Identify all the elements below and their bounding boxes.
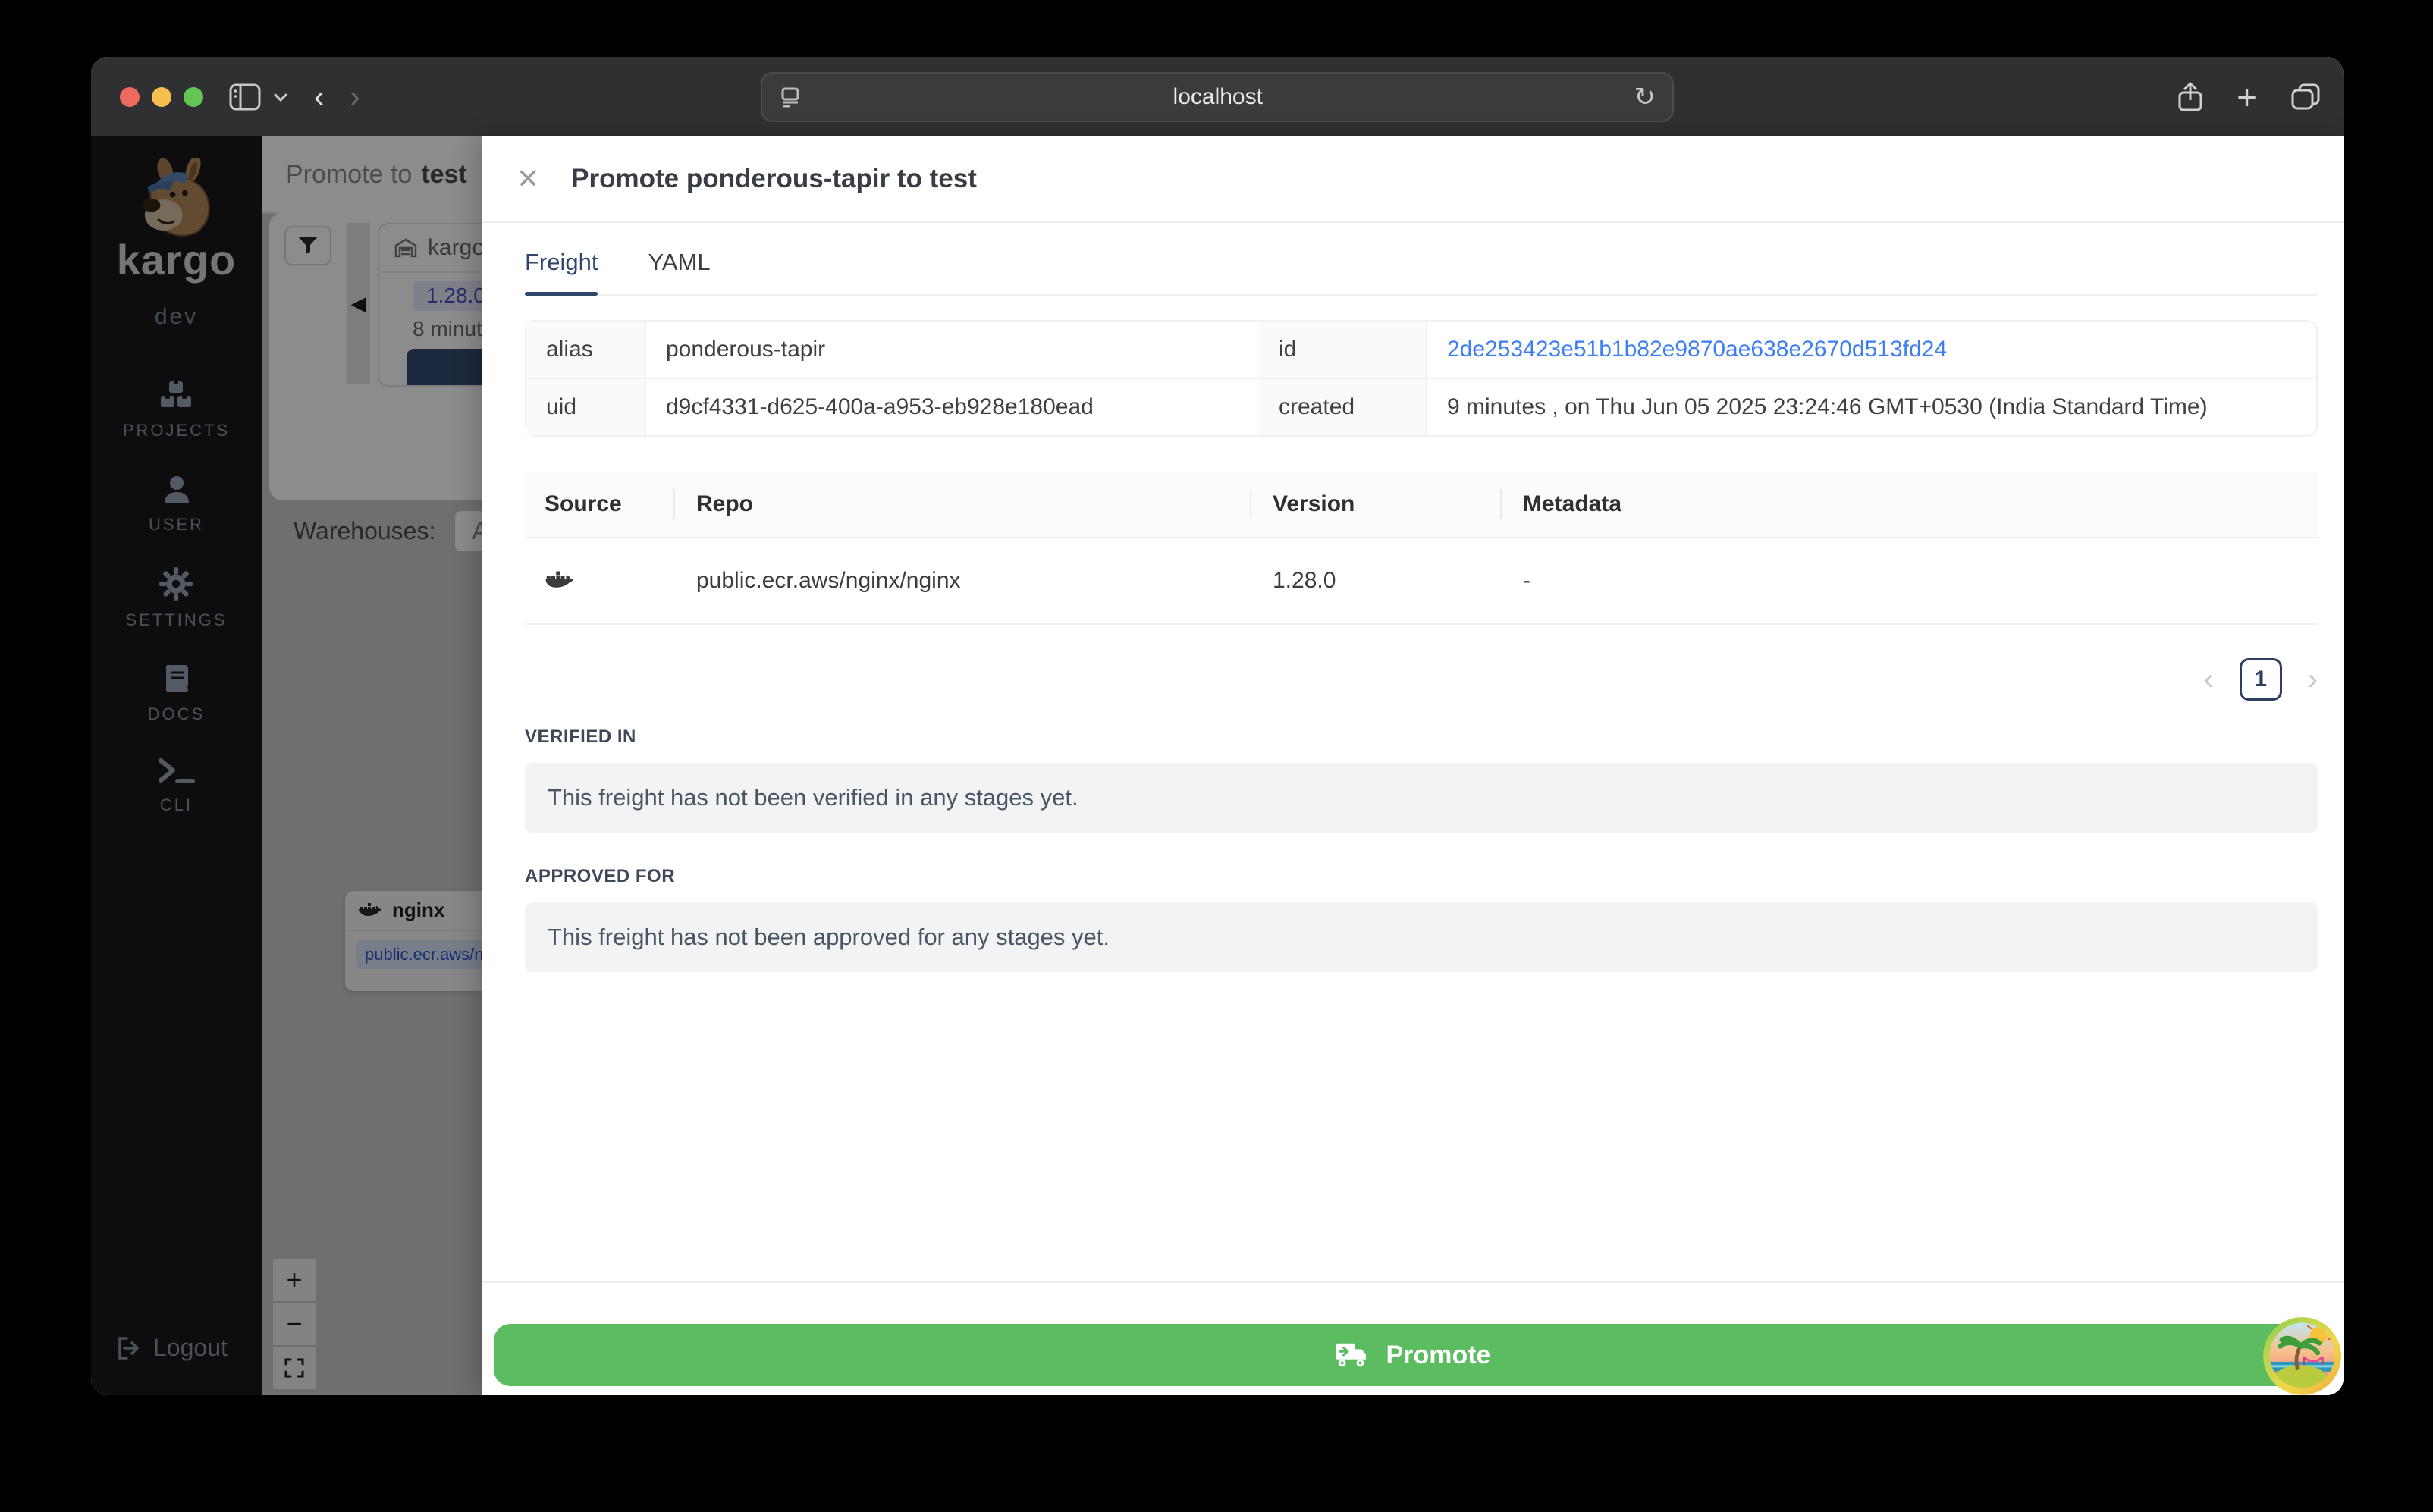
drawer-footer: Promote [482,1281,2344,1395]
col-repo: Repo [696,491,753,516]
docker-icon [545,571,573,588]
minimize-window-button[interactable] [152,86,171,107]
verified-in-label: VERIFIED IN [525,726,636,747]
col-metadata: Metadata [1523,491,1622,516]
browser-titlebar: ‹ › localhost ↻ + [91,57,2344,136]
tab-freight[interactable]: Freight [525,249,598,296]
sidebar-toggle-icon[interactable] [229,83,261,111]
prev-page-button[interactable]: ‹ [2203,664,2213,695]
truck-icon [1335,1343,1366,1367]
uid-value: d9cf4331-d625-400a-a953-eb928e180ead [666,394,1094,419]
close-icon[interactable]: ✕ [516,163,539,195]
cell-version: 1.28.0 [1273,568,1336,593]
artifacts-header-row: Source Repo Version Metadata [525,472,2318,538]
verified-in-empty-message: This freight has not been verified in an… [525,763,2318,833]
tab-bar: Freight YAML [525,249,2318,296]
browser-window: ‹ › localhost ↻ + kargo dev PROJECTS USE… [91,57,2344,1395]
created-label: created [1259,379,1427,435]
freight-details-table: alias ponderous-tapir id 2de253423e51b1b… [525,320,2318,437]
page-icon [779,86,802,108]
share-icon[interactable] [2177,82,2203,112]
island-badge-icon[interactable] [2262,1316,2343,1395]
tab-overview-icon[interactable] [2290,83,2321,111]
freight-id-link[interactable]: 2de253423e51b1b82e9870ae638e2670d513fd24 [1447,337,1947,362]
maximize-window-button[interactable] [184,86,203,107]
page-number-button[interactable]: 1 [2239,658,2282,701]
traffic-lights [120,86,203,107]
approved-for-label: APPROVED FOR [525,866,676,886]
promote-drawer: ✕ Promote ponderous-tapir to test Freigh… [482,136,2344,1395]
back-button[interactable]: ‹ [314,82,324,112]
col-version: Version [1273,491,1355,516]
pagination: ‹ 1 › [525,658,2318,701]
new-tab-button[interactable]: + [2237,77,2257,118]
table-row: uid d9cf4331-d625-400a-a953-eb928e180ead… [526,379,2316,435]
promote-button[interactable]: Promote [494,1324,2331,1386]
url-text: localhost [1173,83,1263,109]
uid-label: uid [526,379,646,435]
table-row: public.ecr.aws/nginx/nginx 1.28.0 - [525,538,2318,625]
col-source: Source [545,491,622,516]
cell-metadata: - [1523,568,1530,593]
alias-label: alias [526,322,646,379]
created-value: 9 minutes , on Thu Jun 05 2025 23:24:46 … [1447,394,2208,419]
id-label: id [1259,322,1427,379]
alias-value: ponderous-tapir [646,322,1259,379]
forward-button[interactable]: › [350,82,359,112]
chevron-down-icon[interactable] [273,92,288,102]
column-divider [1500,489,1502,519]
approved-for-empty-message: This freight has not been approved for a… [525,902,2318,972]
promote-button-label: Promote [1386,1340,1491,1369]
reload-icon[interactable]: ↻ [1634,82,1656,112]
column-divider [1250,489,1251,519]
address-bar[interactable]: localhost ↻ [761,71,1674,122]
drawer-header: ✕ Promote ponderous-tapir to test [482,136,2344,223]
cell-repo: public.ecr.aws/nginx/nginx [696,568,961,593]
tab-yaml[interactable]: YAML [648,249,710,294]
next-page-button[interactable]: › [2308,664,2318,695]
drawer-body: Freight YAML alias ponderous-tapir id 2d… [482,223,2344,972]
table-row: alias ponderous-tapir id 2de253423e51b1b… [526,322,2316,379]
column-divider [673,489,675,519]
drawer-title: Promote ponderous-tapir to test [571,164,977,193]
artifacts-table: Source Repo Version Metadata public.ecr.… [525,472,2318,625]
close-window-button[interactable] [120,86,140,107]
